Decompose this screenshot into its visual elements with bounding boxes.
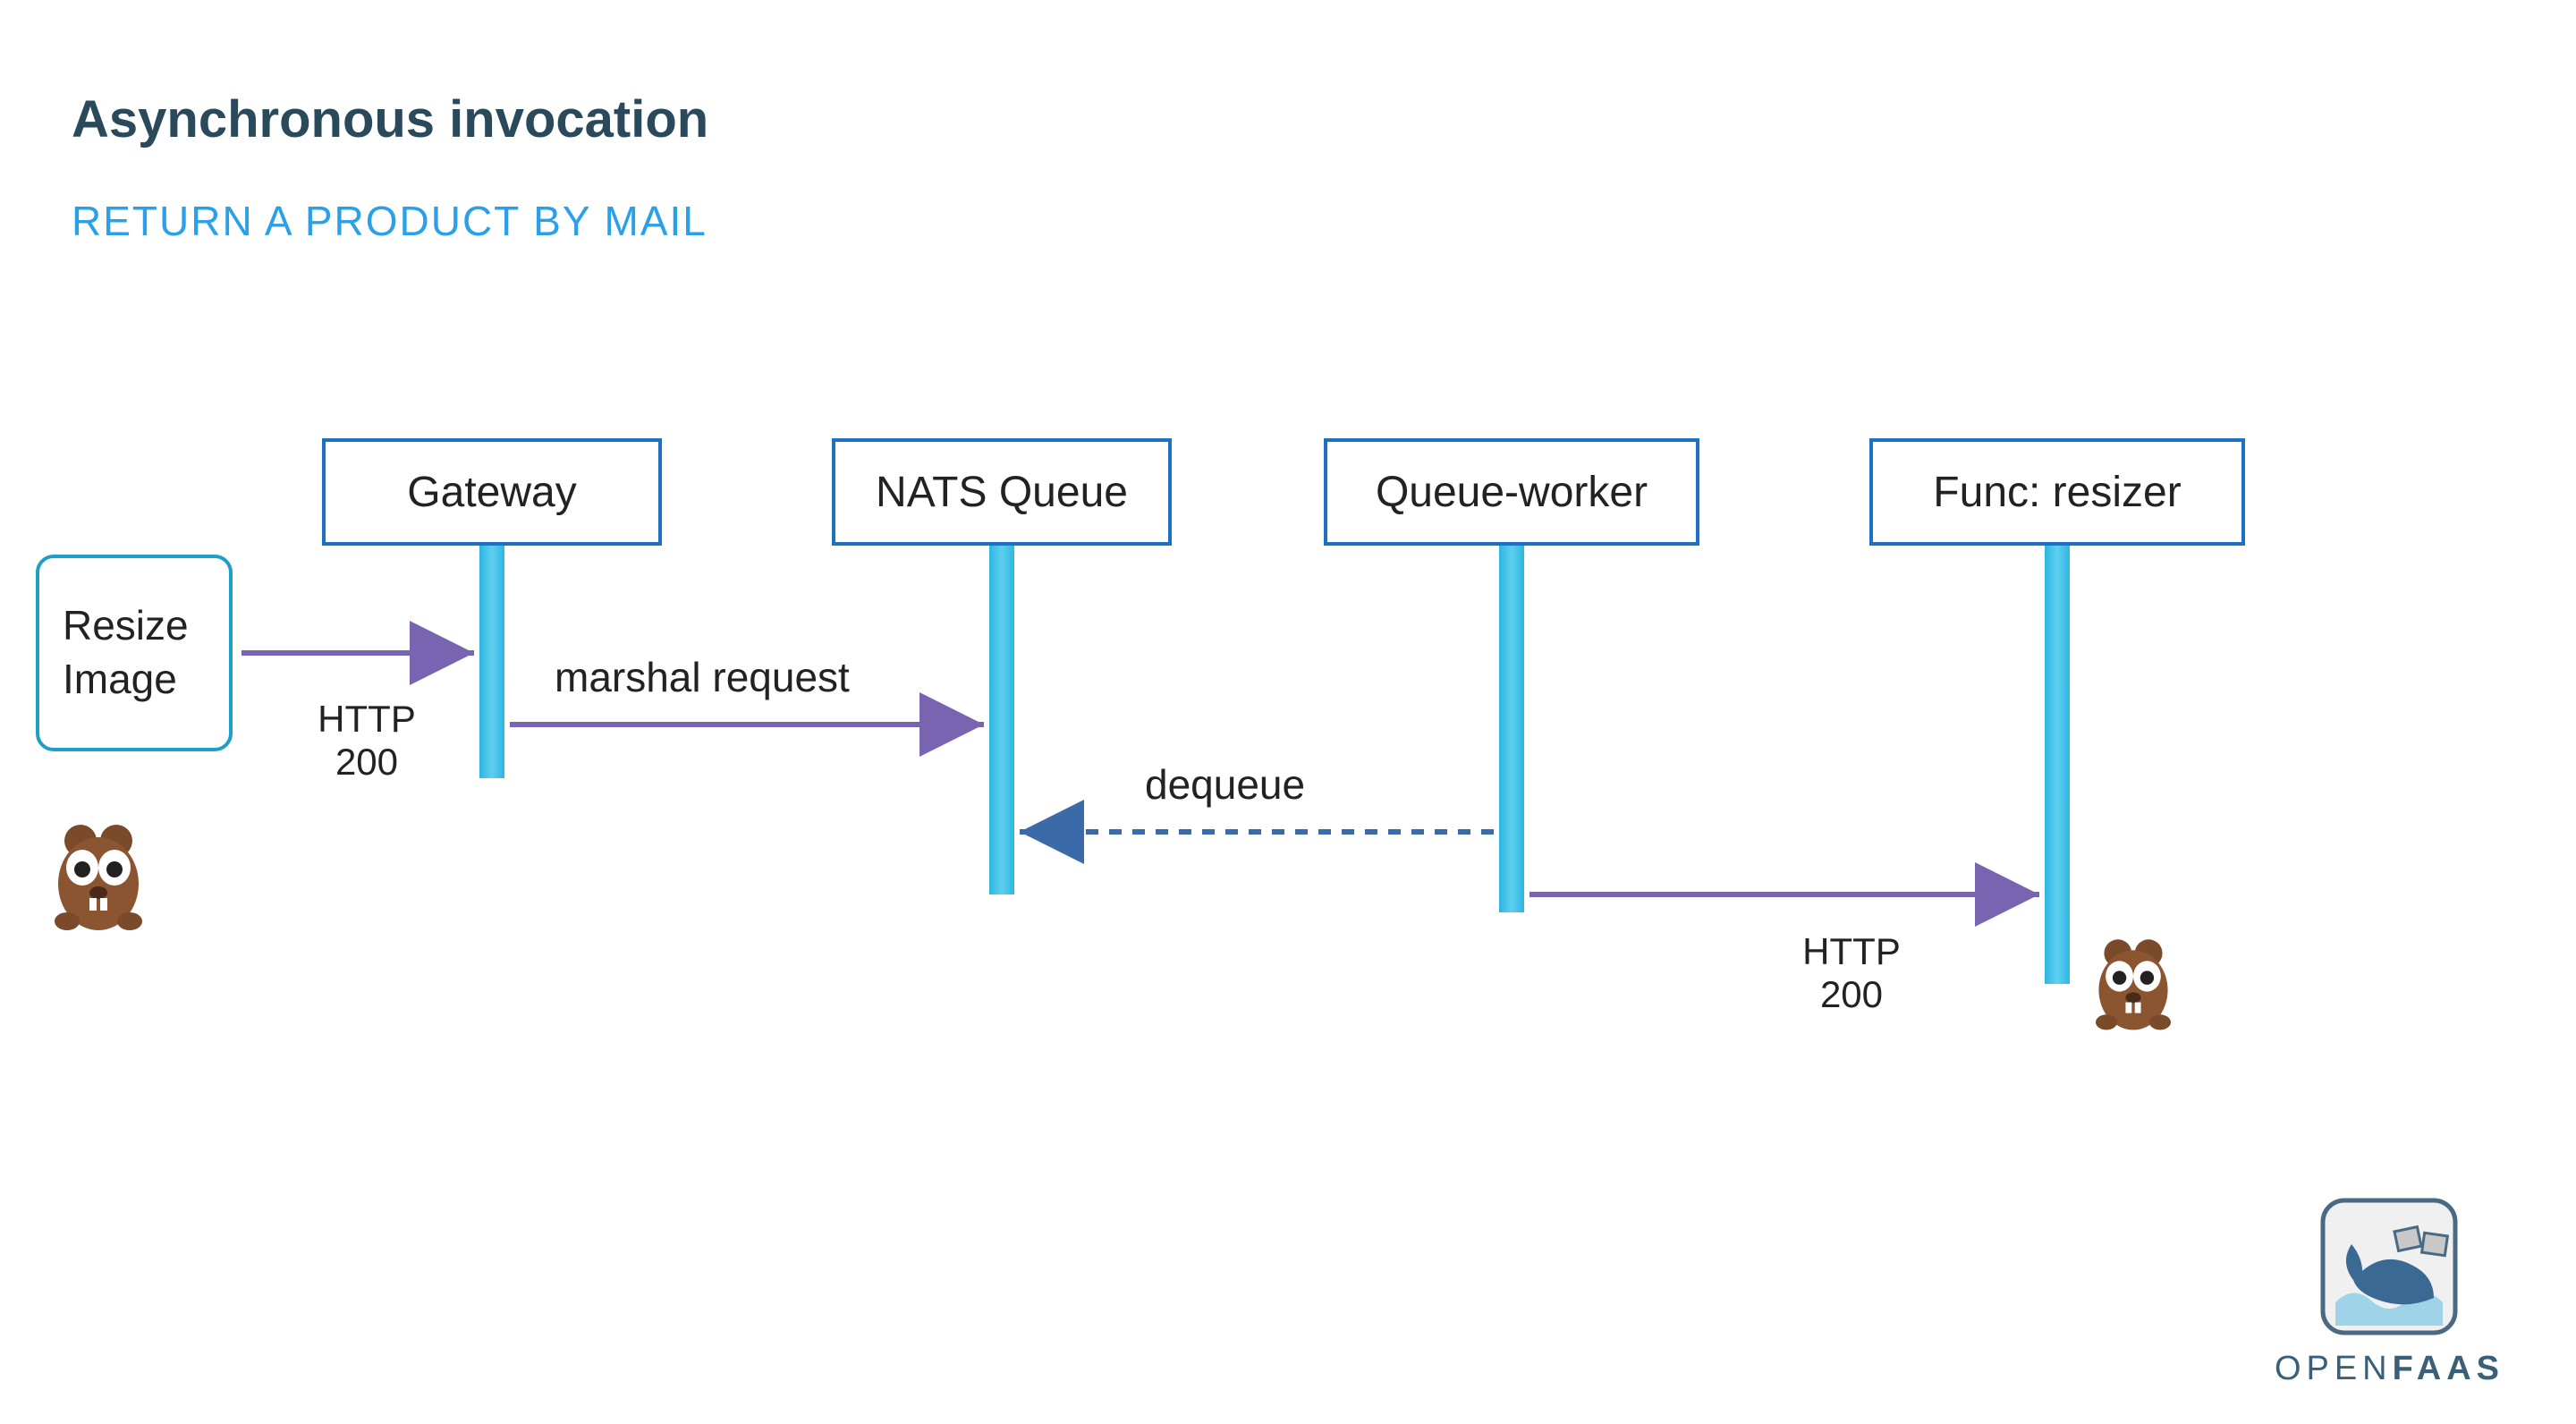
slide-subtitle: RETURN A PRODUCT BY MAIL — [72, 197, 708, 245]
box-gateway: Gateway — [322, 438, 662, 546]
box-nats-queue: NATS Queue — [832, 438, 1172, 546]
logo-text: OPENFAAS — [2275, 1350, 2504, 1388]
lifeline-worker — [1499, 546, 1524, 912]
label-http200-right: HTTP 200 — [1780, 930, 1923, 1016]
openfaas-logo: OPENFAAS — [2275, 1195, 2504, 1388]
whale-icon — [2318, 1195, 2461, 1338]
actor-line1: Resize — [63, 599, 206, 653]
label-http200-left: HTTP 200 — [295, 698, 438, 784]
box-queue-worker: Queue-worker — [1324, 438, 1699, 546]
actor-line2: Image — [63, 653, 206, 707]
gopher-icon — [2084, 930, 2182, 1038]
lifeline-gateway — [479, 546, 504, 778]
label-dequeue: dequeue — [1145, 760, 1305, 809]
lifeline-func — [2045, 546, 2070, 984]
gopher-icon — [45, 814, 152, 939]
slide-title: Asynchronous invocation — [72, 89, 708, 149]
actor-resize-image: Resize Image — [36, 555, 233, 751]
slide: Asynchronous invocation RETURN A PRODUCT… — [0, 0, 2576, 1424]
label-marshal-request: marshal request — [555, 653, 850, 701]
box-func-resizer: Func: resizer — [1869, 438, 2245, 546]
lifeline-nats — [989, 546, 1014, 894]
